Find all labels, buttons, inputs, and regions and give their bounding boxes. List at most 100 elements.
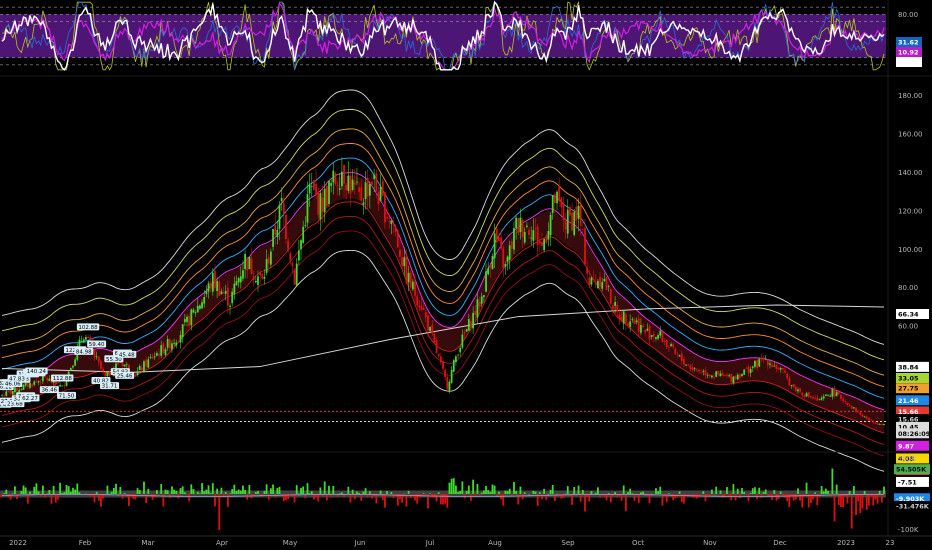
candle-body [155, 353, 158, 356]
envelope-band-6 [1, 201, 885, 434]
candle-body [459, 347, 462, 353]
volume-bar [229, 493, 231, 494]
volume-bar [541, 494, 543, 500]
candle-body [652, 334, 655, 337]
volume-bar [18, 494, 21, 495]
candle-body [313, 180, 315, 190]
volume-bar [820, 486, 823, 494]
candle-body [162, 343, 165, 353]
volume-bar [769, 494, 771, 496]
candle-body [63, 385, 66, 387]
candle-body [424, 311, 427, 317]
candle-body [95, 356, 98, 358]
candle-body [80, 340, 83, 342]
volume-bar [588, 494, 591, 502]
candle-body [373, 174, 376, 180]
candle-body [467, 319, 470, 331]
price-badge-9: 9.87 [898, 442, 914, 450]
volume-bar [657, 491, 660, 494]
candle-body [205, 291, 208, 295]
candle-body [164, 349, 167, 355]
candle-body [485, 271, 487, 292]
candle-body [502, 248, 505, 268]
candle-body [519, 217, 522, 232]
candle-body [295, 263, 298, 286]
volume-bar [530, 494, 533, 495]
volume-bar [762, 492, 765, 494]
candle-body [323, 188, 326, 213]
chart-canvas: 80.0031.6210.928.67 112.88137.68174.2014… [0, 0, 932, 547]
candle-body [622, 311, 625, 324]
volume-bar [435, 494, 438, 502]
candle-body [786, 374, 789, 379]
volume-bar [22, 485, 25, 494]
candle-body [657, 335, 660, 339]
candle-body [775, 364, 778, 369]
volume-bar [186, 494, 188, 495]
volume-bar [745, 494, 748, 495]
volume-bar [629, 488, 632, 494]
candle-body [874, 422, 877, 424]
candle-body [586, 267, 589, 274]
candle-body [31, 384, 34, 387]
volume-bar [452, 478, 455, 494]
candle-body [513, 228, 515, 250]
volume-bar [261, 494, 264, 496]
candle-body [280, 197, 283, 202]
volume-bar [340, 492, 343, 494]
candle-body [69, 368, 72, 371]
volume-bar [74, 489, 77, 494]
candle-body [328, 180, 330, 204]
candle-body [1, 395, 3, 397]
volume-bar [399, 494, 401, 500]
candle-body [612, 305, 614, 309]
candle-body [706, 374, 709, 376]
peak-label-13: 31.71 [102, 384, 118, 390]
candle-body [700, 372, 703, 374]
volume-bar [736, 488, 739, 494]
candle-body [392, 223, 395, 225]
candle-body [390, 220, 393, 224]
candle-body [835, 392, 838, 397]
candle-body [121, 361, 124, 366]
x-tick-6: Jul [425, 539, 435, 547]
volume-bar [719, 490, 722, 494]
volume-bar [362, 491, 365, 494]
volume-bar [248, 484, 251, 494]
candle-body [480, 296, 483, 304]
volume-bar [573, 486, 576, 494]
candle-body [523, 231, 526, 243]
candle-body [39, 381, 42, 383]
oscillator-ytick-0: 80.00 [898, 11, 918, 19]
candle-body [792, 384, 795, 387]
candle-body [149, 357, 152, 358]
candle-body [29, 383, 31, 388]
candle-body [435, 340, 438, 353]
volume-bar [519, 486, 522, 494]
volume-bar [747, 494, 750, 502]
candle-body [171, 343, 173, 350]
candle-body [549, 214, 552, 236]
volume-bar [766, 494, 769, 496]
volume-bar [130, 494, 132, 495]
candle-body [790, 385, 793, 386]
volume-bar [211, 483, 214, 494]
peak-label-16: 45.48 [119, 352, 135, 358]
oscillator-badge-2: 8.67 [898, 59, 914, 67]
x-tick-12: 2023 [837, 539, 855, 547]
volume-bar [356, 491, 358, 494]
volume-bar [760, 494, 763, 498]
candle-body [74, 359, 77, 366]
volume-bar [325, 494, 328, 501]
candle-body [530, 237, 533, 239]
volume-bar [97, 494, 100, 501]
candle-body [259, 272, 262, 276]
candle-body [596, 280, 599, 289]
volume-bar [528, 493, 530, 495]
candle-body [78, 339, 81, 347]
volume-bar [444, 494, 447, 504]
candle-body [7, 391, 10, 392]
volume-bar [883, 486, 885, 494]
volume-bar [164, 489, 167, 494]
peak-label-25: 47.83 [9, 376, 25, 382]
